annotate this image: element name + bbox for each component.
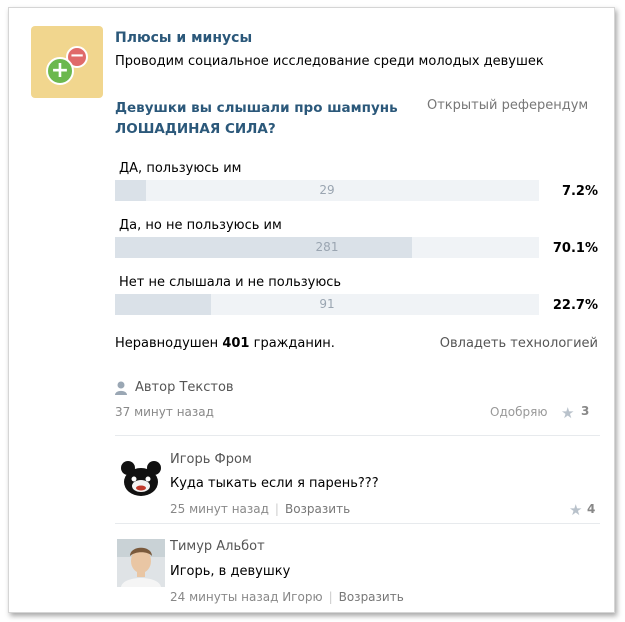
like-count: 3 bbox=[581, 404, 590, 418]
comment-text: Куда тыкать если я парень??? bbox=[170, 476, 379, 491]
poll-option-bar[interactable]: 281 bbox=[115, 237, 539, 258]
reply-button[interactable]: Возразить bbox=[285, 502, 350, 516]
poll-option-count: 29 bbox=[319, 183, 335, 197]
poll-option-percent: 7.2% bbox=[561, 184, 598, 199]
star-icon[interactable]: ★ bbox=[561, 406, 575, 421]
post-time[interactable]: 37 минут назад bbox=[115, 405, 214, 419]
like-count: 4 bbox=[587, 502, 596, 516]
person-icon bbox=[115, 381, 127, 395]
poll-type: Открытый референдум bbox=[427, 98, 589, 113]
comment-meta: 25 минут назад | Возразить bbox=[170, 502, 350, 516]
voters-summary: Неравнодушен 401 гражданин. bbox=[115, 336, 335, 351]
comment-time[interactable]: 24 минуты назад Игорю bbox=[170, 590, 323, 604]
like-button[interactable]: Одобряю bbox=[490, 405, 547, 419]
group-description: Проводим социальное исследование среди м… bbox=[115, 54, 544, 69]
poll-option-count: 91 bbox=[319, 297, 335, 311]
poll-option-bar[interactable]: 29 bbox=[115, 180, 539, 201]
avatar[interactable] bbox=[117, 539, 165, 587]
post-author[interactable]: Автор Текстов bbox=[135, 380, 234, 395]
star-icon[interactable]: ★ bbox=[569, 503, 583, 518]
tech-link[interactable]: Овладеть технологией bbox=[440, 336, 598, 351]
voters-suffix: гражданин. bbox=[253, 336, 335, 351]
poll-option-count: 281 bbox=[315, 240, 339, 254]
poll-option-label: Нет не слышала и не пользуюсь bbox=[119, 275, 342, 290]
post-card: − + Плюсы и минусы Проводим социальное и… bbox=[8, 7, 615, 613]
divider bbox=[115, 523, 600, 524]
poll-question: Девушки вы слышали про шампунь ЛОШАДИНАЯ… bbox=[115, 100, 398, 137]
comment-author[interactable]: Тимур Альбот bbox=[170, 539, 265, 554]
comment-meta: 24 минуты назад Игорю | Возразить bbox=[170, 590, 404, 604]
poll-option-label: Да, но не пользуюсь им bbox=[119, 218, 282, 233]
poll-option-percent: 22.7% bbox=[552, 298, 598, 313]
meta-separator: | bbox=[274, 502, 279, 516]
poll-option-label: ДА, пользуюсь им bbox=[119, 161, 242, 176]
divider bbox=[115, 435, 600, 436]
plus-icon: + bbox=[46, 57, 74, 85]
voters-prefix: Неравнодушен bbox=[115, 336, 219, 351]
avatar[interactable] bbox=[117, 452, 165, 500]
comment-author[interactable]: Игорь Фром bbox=[170, 452, 252, 467]
reply-button[interactable]: Возразить bbox=[339, 590, 404, 604]
comment-text: Игорь, в девушку bbox=[170, 564, 291, 579]
group-logo[interactable]: − + bbox=[31, 26, 103, 98]
group-name[interactable]: Плюсы и минусы bbox=[115, 30, 252, 46]
voters-count: 401 bbox=[222, 336, 250, 351]
poll-option-percent: 70.1% bbox=[552, 241, 598, 256]
comment-time[interactable]: 25 минут назад bbox=[170, 502, 269, 516]
poll-option-bar[interactable]: 91 bbox=[115, 294, 539, 315]
meta-separator: | bbox=[328, 590, 333, 604]
